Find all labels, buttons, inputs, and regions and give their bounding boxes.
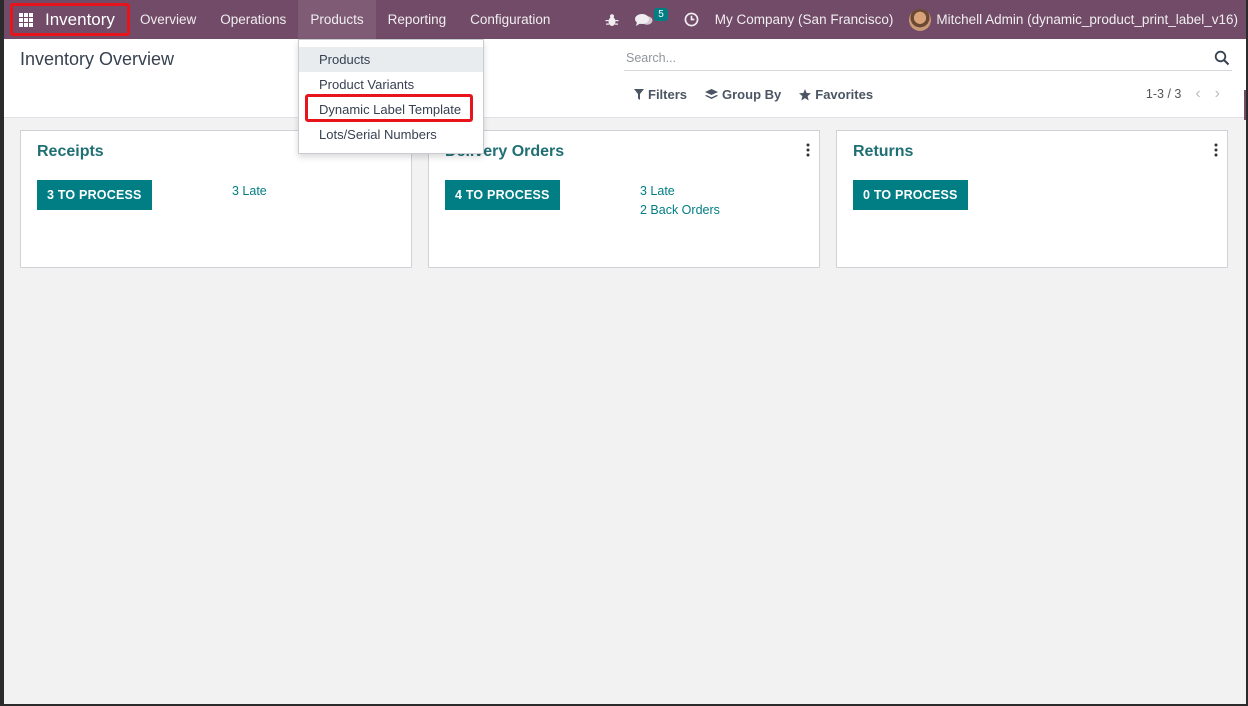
user-name: Mitchell Admin (dynamic_product_print_la… [936,12,1238,27]
menu-reporting[interactable]: Reporting [376,0,459,39]
menu-products[interactable]: Products [298,0,376,39]
returns-card: Returns 0 TO PROCESS [836,130,1228,268]
main-menu: Overview Operations Products Reporting C… [128,0,562,39]
search-input[interactable] [624,51,1214,65]
filter-funnel-icon [634,89,644,100]
user-menu[interactable]: Mitchell Admin (dynamic_product_print_la… [909,8,1238,31]
late-link[interactable]: 3 Late [232,182,267,201]
search-bar [624,46,1232,71]
card-title[interactable]: Returns [853,143,913,161]
card-links: 3 Late 2 Back Orders [640,182,720,220]
star-icon [799,88,812,100]
kebab-menu-icon[interactable] [805,143,811,157]
delivery-process-button[interactable]: 4 TO PROCESS [445,180,560,210]
dropdown-item-products[interactable]: Products [299,47,483,72]
messages-menu[interactable]: 5 [635,8,668,27]
filters-label: Filters [648,87,688,102]
favorites-label: Favorites [815,87,874,102]
dropdown-item-lots-serial-numbers[interactable]: Lots/Serial Numbers [299,122,483,147]
right-edge-divider [1244,90,1246,120]
dropdown-item-dynamic-label-template[interactable]: Dynamic Label Template [299,97,483,122]
pager-value[interactable]: 1-3 / 3 [1146,87,1181,101]
dropdown-item-product-variants[interactable]: Product Variants [299,72,483,97]
page-title: Inventory Overview [20,49,175,69]
control-panel: Inventory Overview Filters Group By Favo… [4,39,1246,118]
app-window: Inventory Overview Operations Products R… [4,0,1246,704]
back-orders-link[interactable]: 2 Back Orders [640,201,720,220]
apps-grid-icon[interactable] [19,12,33,27]
chat-bubbles-icon [635,13,653,26]
pager-previous-chevron-icon[interactable]: ‹ [1195,85,1200,103]
group-by-label: Group By [722,87,782,102]
messages-count-badge: 5 [654,8,668,21]
filters-button[interactable]: Filters [634,87,687,102]
kebab-menu-icon[interactable] [1213,143,1219,157]
receipts-process-button[interactable]: 3 TO PROCESS [37,180,152,210]
layers-icon [705,88,719,99]
group-by-button[interactable]: Group By [705,87,781,102]
delivery-orders-card: Delivery Orders 4 TO PROCESS 3 Late 2 Ba… [428,130,820,268]
returns-process-button[interactable]: 0 TO PROCESS [853,180,968,210]
products-dropdown-menu: Products Product Variants Dynamic Label … [298,39,484,154]
menu-operations[interactable]: Operations [208,0,298,39]
systray: 5 My Company (San Francisco) Mitchell Ad… [589,0,1238,39]
top-navbar: Inventory Overview Operations Products R… [4,0,1246,39]
search-icon[interactable] [1214,50,1230,66]
company-switcher[interactable]: My Company (San Francisco) [715,12,894,27]
card-links: 3 Late [232,182,267,201]
late-link[interactable]: 3 Late [640,182,720,201]
menu-overview[interactable]: Overview [128,0,208,39]
card-title[interactable]: Receipts [37,143,104,161]
avatar [909,8,932,31]
app-name[interactable]: Inventory [45,10,115,30]
activity-clock-icon[interactable] [684,12,699,27]
pager-next-chevron-icon[interactable]: › [1215,85,1220,103]
pager: 1-3 / 3 ‹ › [1146,85,1220,103]
search-options: Filters Group By Favorites [634,87,891,102]
debug-bug-icon[interactable] [605,13,619,27]
favorites-button[interactable]: Favorites [799,87,873,102]
menu-configuration[interactable]: Configuration [458,0,562,39]
app-switcher[interactable]: Inventory [10,3,130,36]
